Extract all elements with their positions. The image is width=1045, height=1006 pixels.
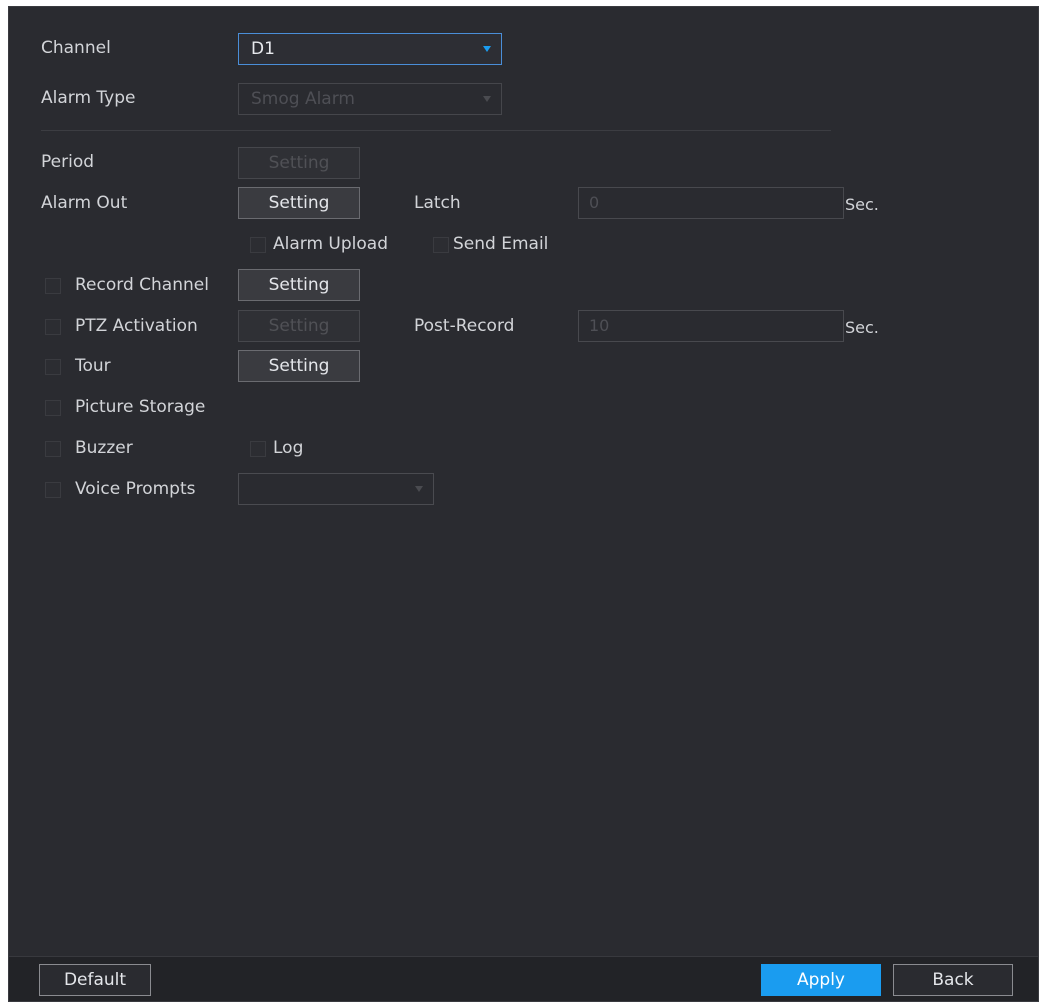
footer-bar: Default Apply Back xyxy=(9,956,1038,1001)
period-setting-button[interactable]: Setting xyxy=(238,147,360,179)
chevron-down-icon xyxy=(483,46,491,52)
log-checkbox[interactable] xyxy=(250,441,266,457)
log-label: Log xyxy=(273,438,304,458)
period-label: Period xyxy=(41,152,95,172)
channel-label: Channel xyxy=(41,38,111,58)
post-record-input[interactable]: 10 xyxy=(578,310,844,342)
alarm-type-select[interactable]: Smog Alarm xyxy=(238,83,502,115)
voice-prompts-checkbox[interactable] xyxy=(45,482,61,498)
send-email-checkbox[interactable] xyxy=(433,237,449,253)
ptz-activation-label: PTZ Activation xyxy=(75,316,198,336)
alarm-settings-panel: Channel D1 Alarm Type Smog Alarm Period … xyxy=(8,6,1039,1002)
default-button[interactable]: Default xyxy=(39,964,151,996)
voice-prompts-select[interactable] xyxy=(238,473,434,505)
tour-checkbox[interactable] xyxy=(45,359,61,375)
alarm-upload-label: Alarm Upload xyxy=(273,234,388,254)
record-channel-checkbox[interactable] xyxy=(45,278,61,294)
chevron-down-icon xyxy=(415,486,423,492)
latch-input[interactable]: 0 xyxy=(578,187,844,219)
apply-button[interactable]: Apply xyxy=(761,964,881,996)
chevron-down-icon xyxy=(483,96,491,102)
alarm-upload-checkbox[interactable] xyxy=(250,237,266,253)
ptz-activation-setting-button[interactable]: Setting xyxy=(238,310,360,342)
ptz-activation-checkbox[interactable] xyxy=(45,319,61,335)
back-button[interactable]: Back xyxy=(893,964,1013,996)
picture-storage-checkbox[interactable] xyxy=(45,400,61,416)
buzzer-label: Buzzer xyxy=(75,438,133,458)
latch-unit: Sec. xyxy=(845,195,879,214)
post-record-unit: Sec. xyxy=(845,318,879,337)
voice-prompts-label: Voice Prompts xyxy=(75,479,196,499)
alarm-out-setting-button[interactable]: Setting xyxy=(238,187,360,219)
alarm-type-label: Alarm Type xyxy=(41,88,136,108)
tour-label: Tour xyxy=(75,356,111,376)
alarm-type-value: Smog Alarm xyxy=(251,89,355,109)
record-channel-label: Record Channel xyxy=(75,275,209,295)
tour-setting-button[interactable]: Setting xyxy=(238,350,360,382)
picture-storage-label: Picture Storage xyxy=(75,397,206,417)
record-channel-setting-button[interactable]: Setting xyxy=(238,269,360,301)
buzzer-checkbox[interactable] xyxy=(45,441,61,457)
alarm-out-label: Alarm Out xyxy=(41,193,128,213)
send-email-label: Send Email xyxy=(453,234,549,254)
section-divider xyxy=(41,130,831,131)
channel-value: D1 xyxy=(251,39,275,59)
post-record-label: Post-Record xyxy=(414,316,515,336)
latch-label: Latch xyxy=(414,193,461,213)
channel-select[interactable]: D1 xyxy=(238,33,502,65)
